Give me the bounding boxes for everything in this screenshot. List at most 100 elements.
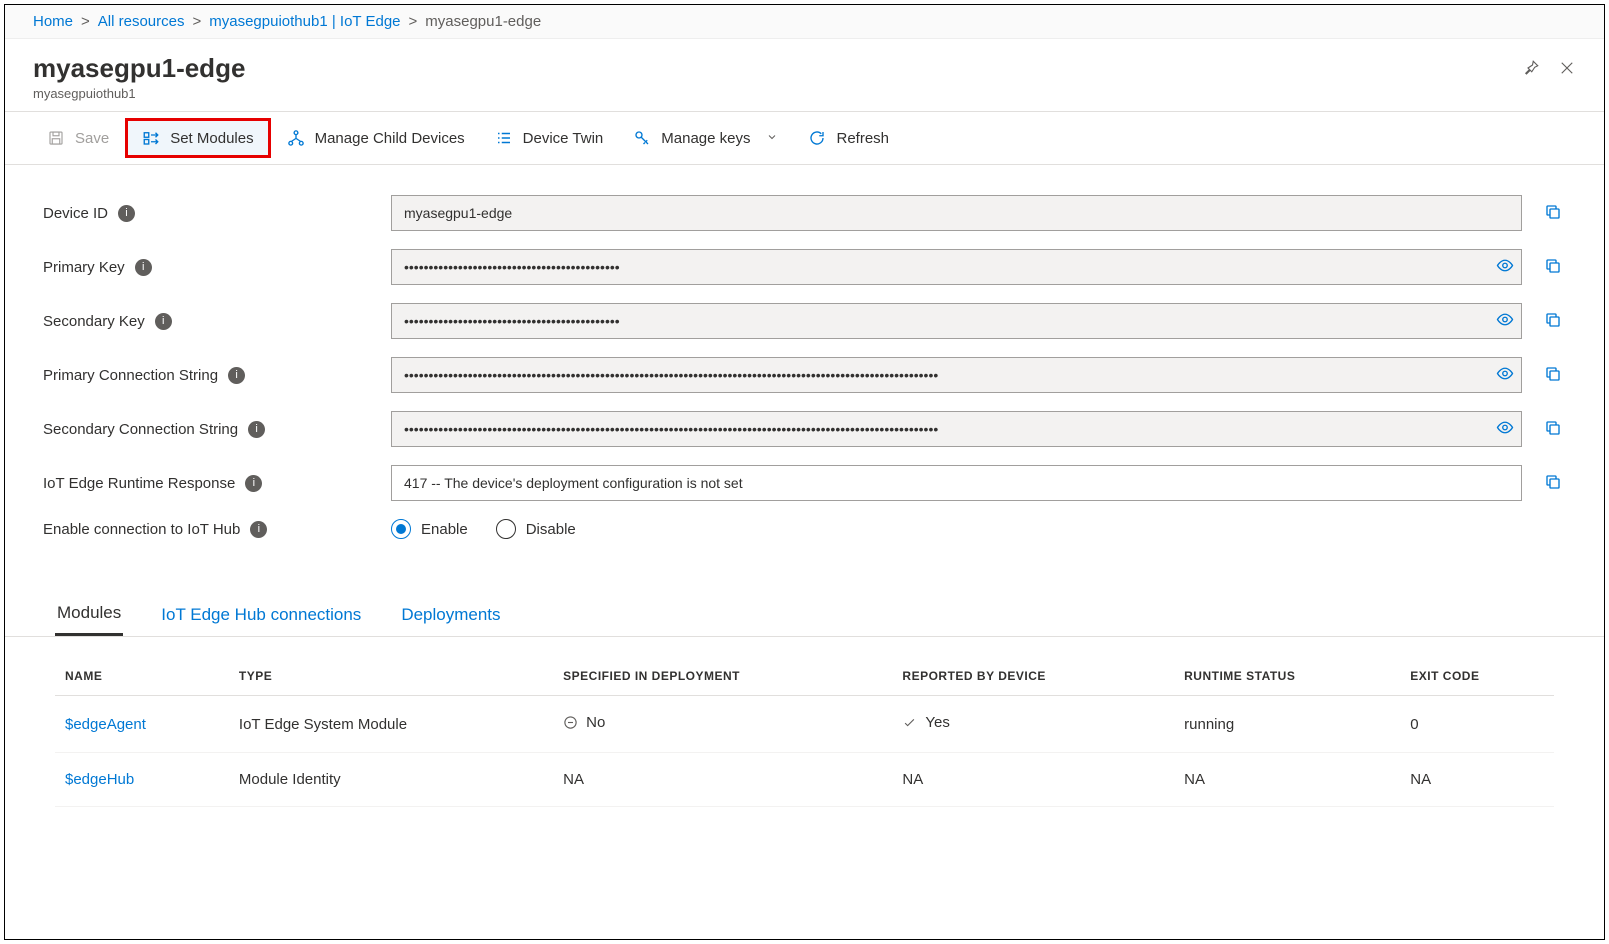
copy-icon [1544, 419, 1562, 437]
enable-conn-label: Enable connection to IoT Hub [43, 521, 240, 538]
tab-bar: Modules IoT Edge Hub connections Deploym… [5, 567, 1604, 637]
hierarchy-icon [287, 129, 305, 147]
copy-button[interactable] [1540, 199, 1566, 228]
refresh-button[interactable]: Refresh [794, 121, 903, 155]
copy-icon [1544, 311, 1562, 329]
info-icon[interactable]: i [135, 259, 152, 276]
modules-table: NAME TYPE SPECIFIED IN DEPLOYMENT REPORT… [55, 657, 1554, 807]
save-button: Save [33, 121, 123, 155]
breadcrumb: Home > All resources > myasegpuiothub1 |… [5, 5, 1604, 39]
info-icon[interactable]: i [248, 421, 265, 438]
primary-key-label: Primary Key [43, 259, 125, 276]
chevron-right-icon: > [192, 13, 201, 30]
secondary-conn-field[interactable] [391, 411, 1522, 447]
copy-icon [1544, 365, 1562, 383]
list-icon [495, 129, 513, 147]
info-icon[interactable]: i [228, 367, 245, 384]
primary-conn-field[interactable] [391, 357, 1522, 393]
reveal-button[interactable] [1496, 311, 1514, 332]
device-twin-button[interactable]: Device Twin [481, 121, 618, 155]
module-link[interactable]: $edgeAgent [65, 716, 146, 733]
reveal-button[interactable] [1496, 257, 1514, 278]
toolbar-label: Device Twin [523, 130, 604, 147]
copy-icon [1544, 473, 1562, 491]
minus-circle-icon [563, 715, 578, 730]
tab-connections[interactable]: IoT Edge Hub connections [159, 597, 363, 636]
secondary-key-label: Secondary Key [43, 313, 145, 330]
cell-type: Module Identity [229, 753, 553, 807]
refresh-icon [808, 129, 826, 147]
reveal-button[interactable] [1496, 365, 1514, 386]
close-button[interactable] [1558, 59, 1576, 80]
copy-button[interactable] [1540, 253, 1566, 282]
reveal-button[interactable] [1496, 419, 1514, 440]
radio-label: Enable [421, 521, 468, 538]
module-link[interactable]: $edgeHub [65, 771, 134, 788]
toolbar-label: Save [75, 130, 109, 147]
primary-conn-label: Primary Connection String [43, 367, 218, 384]
page-subtitle: myasegpuiothub1 [33, 86, 245, 101]
device-id-field[interactable] [391, 195, 1522, 231]
tab-modules[interactable]: Modules [55, 597, 123, 636]
eye-icon [1496, 257, 1514, 275]
copy-icon [1544, 257, 1562, 275]
eye-icon [1496, 419, 1514, 437]
secondary-conn-label: Secondary Connection String [43, 421, 238, 438]
col-specified: SPECIFIED IN DEPLOYMENT [553, 657, 892, 696]
cell-exit: 0 [1400, 696, 1554, 753]
info-icon[interactable]: i [118, 205, 135, 222]
chevron-right-icon: > [81, 13, 90, 30]
cell-status: running [1174, 696, 1400, 753]
info-icon[interactable]: i [155, 313, 172, 330]
check-icon [902, 715, 917, 730]
page-title: myasegpu1-edge [33, 53, 245, 84]
runtime-response-label: IoT Edge Runtime Response [43, 475, 235, 492]
toolbar-label: Manage Child Devices [315, 130, 465, 147]
breadcrumb-link[interactable]: myasegpuiothub1 | IoT Edge [209, 13, 400, 30]
col-type: TYPE [229, 657, 553, 696]
cell-status: NA [1174, 753, 1400, 807]
radio-icon [496, 519, 516, 539]
tab-deployments[interactable]: Deployments [399, 597, 502, 636]
cell-reported: NA [892, 753, 1174, 807]
col-name: NAME [55, 657, 229, 696]
eye-icon [1496, 365, 1514, 383]
copy-button[interactable] [1540, 415, 1566, 444]
secondary-key-field[interactable] [391, 303, 1522, 339]
info-icon[interactable]: i [245, 475, 262, 492]
disable-radio[interactable]: Disable [496, 519, 576, 539]
table-row: $edgeAgent IoT Edge System Module No Yes… [55, 696, 1554, 753]
copy-button[interactable] [1540, 307, 1566, 336]
col-exit: EXIT CODE [1400, 657, 1554, 696]
breadcrumb-link[interactable]: Home [33, 13, 73, 30]
chevron-right-icon: > [409, 13, 418, 30]
pin-button[interactable] [1522, 59, 1540, 80]
primary-key-field[interactable] [391, 249, 1522, 285]
set-modules-button[interactable]: Set Modules [125, 118, 270, 158]
manage-keys-button[interactable]: Manage keys [619, 121, 792, 155]
device-id-label: Device ID [43, 205, 108, 222]
manage-child-devices-button[interactable]: Manage Child Devices [273, 121, 479, 155]
close-icon [1558, 59, 1576, 77]
cell-specified: NA [553, 753, 892, 807]
key-icon [633, 129, 651, 147]
toolbar-label: Set Modules [170, 130, 253, 147]
info-icon[interactable]: i [250, 521, 267, 538]
chevron-down-icon [766, 130, 778, 147]
eye-icon [1496, 311, 1514, 329]
copy-button[interactable] [1540, 469, 1566, 498]
enable-radio[interactable]: Enable [391, 519, 468, 539]
cell-reported: Yes [925, 714, 949, 731]
copy-icon [1544, 203, 1562, 221]
save-icon [47, 129, 65, 147]
cell-exit: NA [1400, 753, 1554, 807]
col-status: RUNTIME STATUS [1174, 657, 1400, 696]
toolbar: Save Set Modules Manage Child Devices De… [5, 111, 1604, 165]
toolbar-label: Refresh [836, 130, 889, 147]
radio-label: Disable [526, 521, 576, 538]
table-row: $edgeHub Module Identity NA NA NA NA [55, 753, 1554, 807]
runtime-response-field[interactable] [391, 465, 1522, 501]
breadcrumb-link[interactable]: All resources [98, 13, 185, 30]
copy-button[interactable] [1540, 361, 1566, 390]
radio-icon [391, 519, 411, 539]
